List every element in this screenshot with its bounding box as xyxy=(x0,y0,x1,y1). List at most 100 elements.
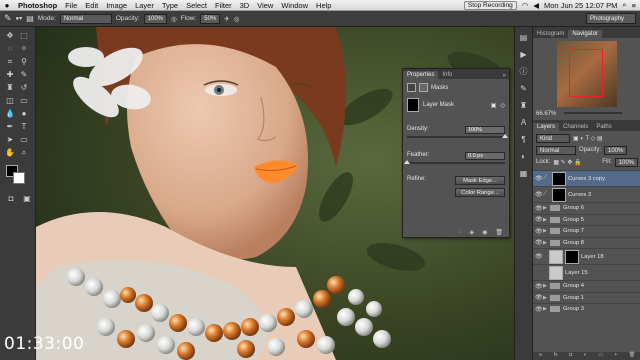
history-brush-icon[interactable]: ↺ xyxy=(18,82,30,93)
zoom-tool-icon[interactable]: ⌕ xyxy=(18,147,30,158)
mask-thumbnail[interactable] xyxy=(407,98,419,112)
color-range-button[interactable]: Color Range... xyxy=(455,188,505,197)
layer-row[interactable]: 👁 ▶ Group 6 xyxy=(533,202,640,214)
feather-slider-knob[interactable] xyxy=(404,160,410,164)
dodge-tool-icon[interactable]: ● xyxy=(18,108,30,119)
visibility-eye-icon[interactable]: 👁 xyxy=(535,294,543,301)
vector-mask-icon[interactable] xyxy=(419,83,428,92)
crop-tool-icon[interactable]: ⌗ xyxy=(4,56,16,67)
density-field[interactable]: 100% xyxy=(465,126,505,134)
quick-select-tool-icon[interactable]: ✧ xyxy=(18,43,30,54)
expand-group-icon[interactable]: ▶ xyxy=(543,205,550,211)
type-tool-icon[interactable]: T xyxy=(18,121,30,132)
apple-menu-icon[interactable]: ● xyxy=(0,1,14,10)
layer-mask-thumbnail[interactable] xyxy=(552,187,566,202)
marquee-tool-icon[interactable]: ⬚ xyxy=(18,30,30,41)
workspace-select[interactable]: Photography xyxy=(586,13,636,24)
layer-row[interactable]: 👁 ⟋ Curves 3 copy xyxy=(533,170,640,186)
path-select-icon[interactable]: ➤ xyxy=(4,134,16,145)
menu-window[interactable]: Window xyxy=(277,1,312,10)
stamp-tool-icon[interactable]: ♜ xyxy=(4,82,16,93)
brush-size-preset[interactable]: ●▾ xyxy=(16,15,23,22)
list-icon[interactable]: ≡ xyxy=(632,1,636,10)
visibility-eye-icon[interactable]: 👁 xyxy=(535,175,543,182)
delete-layer-icon[interactable]: 🗑 xyxy=(629,352,635,360)
menu-image[interactable]: Image xyxy=(102,1,131,10)
load-selection-icon[interactable]: ◌ xyxy=(458,229,462,235)
history-panel-icon[interactable]: ▤ xyxy=(518,32,530,44)
eraser-tool-icon[interactable]: ◫ xyxy=(4,95,16,106)
add-vector-mask-icon[interactable]: ◇ xyxy=(500,102,505,109)
menu-type[interactable]: Type xyxy=(158,1,182,10)
visibility-eye-icon[interactable]: 👁 xyxy=(535,239,543,246)
expand-group-icon[interactable]: ▶ xyxy=(543,283,550,289)
visibility-eye-icon[interactable]: 👁 xyxy=(535,283,543,290)
filter-icons[interactable]: ▣ ◐ T ◇ ▤ xyxy=(573,135,603,142)
tab-properties[interactable]: Properties xyxy=(403,71,439,79)
hand-tool-icon[interactable]: ✋ xyxy=(4,147,16,158)
delete-mask-icon[interactable]: 🗑 xyxy=(495,229,503,236)
new-group-icon[interactable]: ▭ xyxy=(598,352,603,360)
layer-thumbnail[interactable] xyxy=(549,265,563,280)
tab-navigator[interactable]: Navigator xyxy=(568,30,603,38)
density-slider-knob[interactable] xyxy=(502,134,508,138)
layer-row[interactable]: 👁 ▶ Group 1 xyxy=(533,291,640,304)
pixel-mask-icon[interactable] xyxy=(407,83,416,92)
menu-file[interactable]: File xyxy=(61,1,81,10)
clone-source-icon[interactable]: ♜ xyxy=(518,100,530,112)
shape-tool-icon[interactable]: ▭ xyxy=(18,134,30,145)
blend-mode-select[interactable]: Normal xyxy=(536,145,576,155)
new-adjustment-icon[interactable]: ◐ xyxy=(584,352,587,360)
expand-group-icon[interactable]: ▶ xyxy=(543,240,550,246)
pen-tool-icon[interactable]: ✒ xyxy=(4,121,16,132)
tab-info[interactable]: Info xyxy=(438,71,456,79)
blur-tool-icon[interactable]: 💧 xyxy=(4,108,16,119)
tab-histogram[interactable]: Histogram xyxy=(533,30,568,38)
layer-row[interactable]: 👁 Layer 18 xyxy=(533,248,640,264)
layer-style-icon[interactable]: fx xyxy=(554,352,558,360)
character-panel-icon[interactable]: A xyxy=(518,117,530,129)
paragraph-panel-icon[interactable]: ¶ xyxy=(518,134,530,146)
mode-select[interactable]: Normal xyxy=(59,13,112,24)
fill-field[interactable]: 100% xyxy=(614,157,638,167)
brush-tool-icon[interactable]: ✎ xyxy=(18,69,30,80)
visibility-eye-icon[interactable]: 👁 xyxy=(535,205,543,212)
stop-recording-button[interactable]: Stop Recording xyxy=(463,0,517,10)
panel-collapse-icon[interactable]: » xyxy=(503,73,509,79)
visibility-eye-icon[interactable]: 👁 xyxy=(535,228,543,235)
brush-panel-icon[interactable]: ▤ xyxy=(26,14,34,23)
select-mask-icon[interactable]: ▣ xyxy=(491,102,497,109)
search-icon[interactable]: ⌕ xyxy=(622,0,626,10)
background-color[interactable] xyxy=(13,172,25,184)
layer-filter-kind[interactable]: Kind xyxy=(536,133,570,143)
zoom-slider[interactable] xyxy=(564,112,623,115)
navigator-thumbnail[interactable] xyxy=(556,41,617,107)
brush-panel-icon[interactable]: ✎ xyxy=(518,83,530,95)
menu-filter[interactable]: Filter xyxy=(211,1,236,10)
layer-row[interactable]: 👁 ▶ Group 3 xyxy=(533,303,640,315)
layer-row[interactable]: 👁 ▶ Group 7 xyxy=(533,225,640,237)
link-layers-icon[interactable]: ∞ xyxy=(539,352,543,360)
visibility-eye-icon[interactable]: 👁 xyxy=(535,306,543,313)
healing-tool-icon[interactable]: ✚ xyxy=(4,69,16,80)
menu-select[interactable]: Select xyxy=(182,1,211,10)
add-mask-icon[interactable]: ◘ xyxy=(569,352,572,360)
move-tool-icon[interactable]: ✥ xyxy=(4,30,16,41)
layer-row[interactable]: 👁 ⟋ Curves 3 xyxy=(533,186,640,202)
flow-field[interactable]: 50% xyxy=(200,13,221,24)
mask-edge-button[interactable]: Mask Edge... xyxy=(455,176,505,185)
zoom-value[interactable]: 66.67% xyxy=(536,111,556,117)
layer-thumbnail[interactable] xyxy=(549,249,563,264)
visibility-eye-icon[interactable]: 👁 xyxy=(535,216,543,223)
expand-group-icon[interactable]: ▶ xyxy=(543,217,550,223)
quick-mask-icon[interactable]: ◘ xyxy=(5,193,17,204)
lock-icons[interactable]: ▦ ✎ ✥ 🔒 xyxy=(553,159,581,166)
airbrush-icon[interactable]: ✈ xyxy=(224,15,229,23)
density-slider[interactable] xyxy=(407,134,508,138)
tab-channels[interactable]: Channels xyxy=(559,123,592,131)
layer-row[interactable]: 👁 ▶ Group 5 xyxy=(533,213,640,226)
navigator-view-box[interactable] xyxy=(568,49,603,97)
layer-opacity-field[interactable]: 100% xyxy=(604,145,628,155)
expand-group-icon[interactable]: ▶ xyxy=(543,228,550,234)
volume-icon[interactable]: ◀ xyxy=(533,1,539,10)
